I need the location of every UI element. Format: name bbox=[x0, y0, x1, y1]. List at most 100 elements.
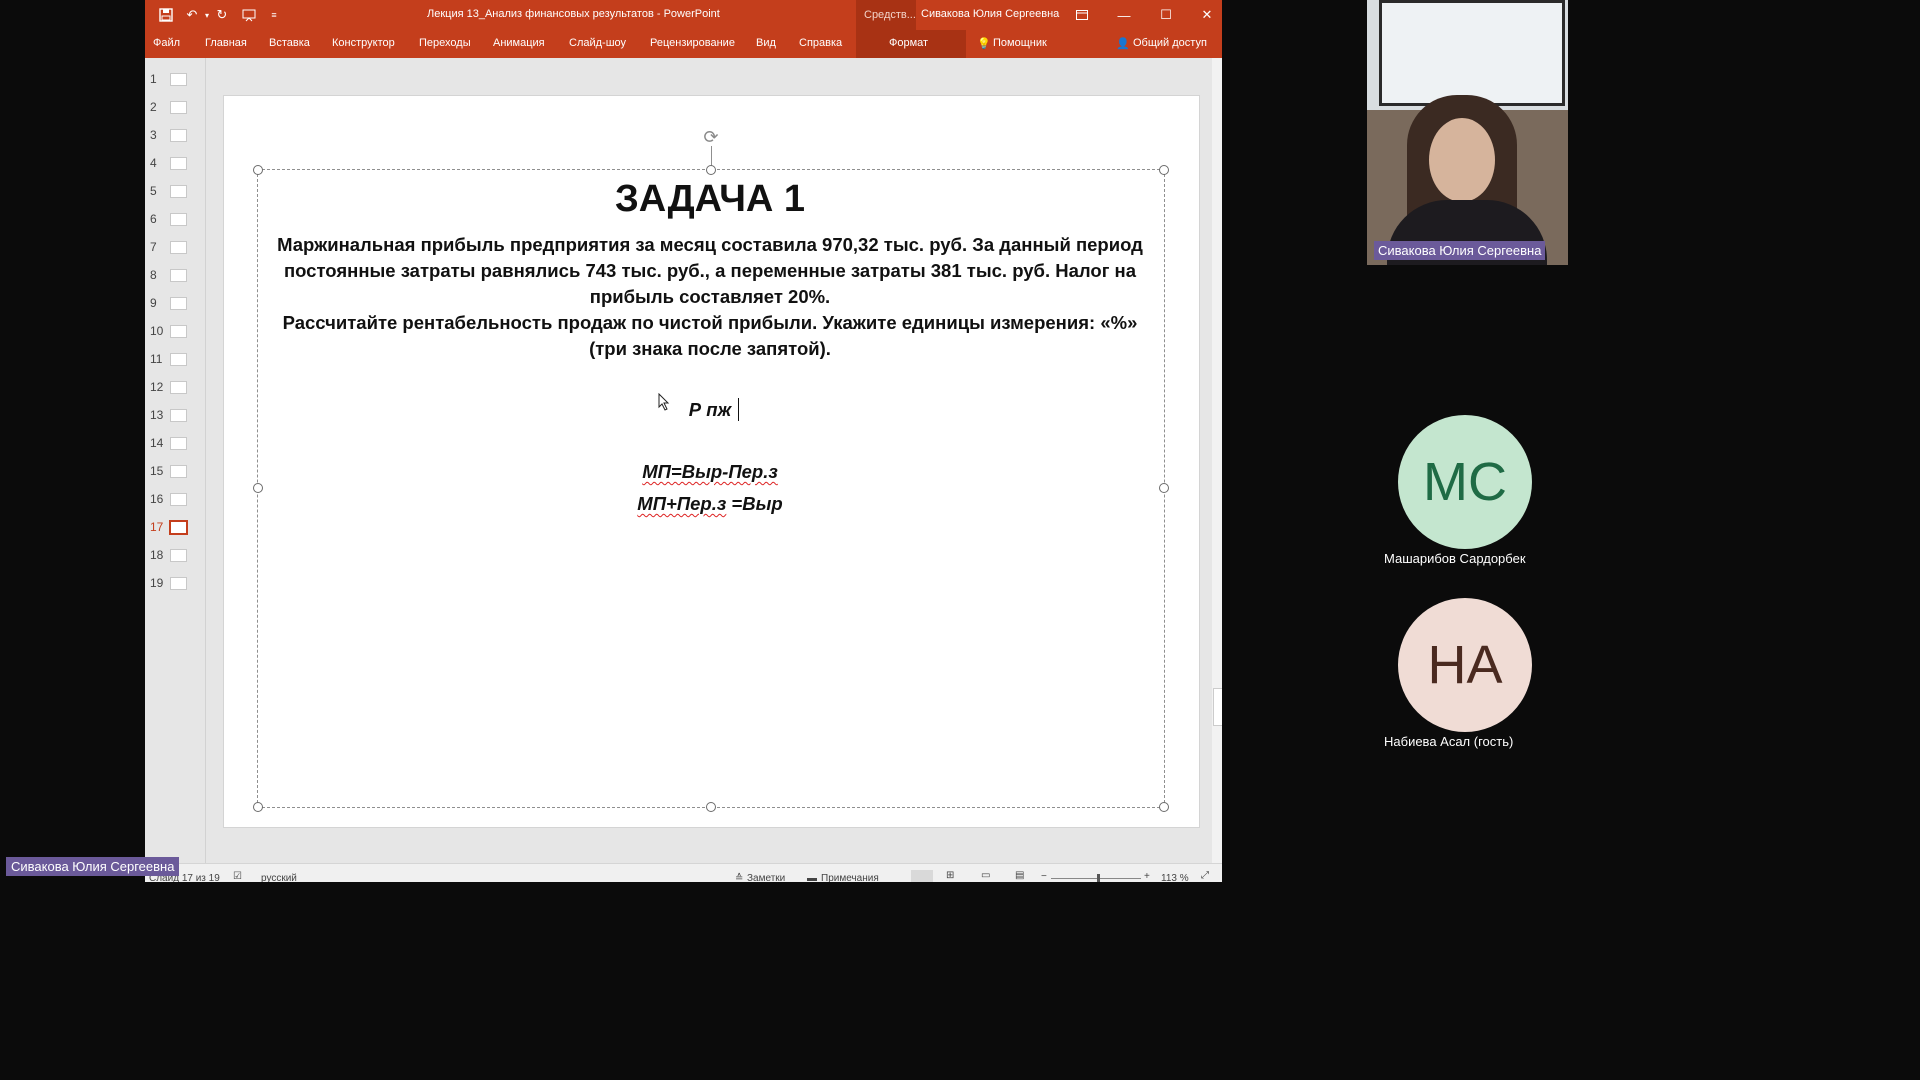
thumbnail-5[interactable]: 5 bbox=[145, 182, 205, 202]
tab-insert[interactable]: Вставка bbox=[269, 37, 310, 49]
thumbnail-2[interactable]: 2 bbox=[145, 98, 205, 118]
slide-body[interactable]: Маржинальная прибыль предприятия за меся… bbox=[263, 232, 1157, 362]
formula-text: МП+Пер.з bbox=[637, 493, 727, 514]
tab-home[interactable]: Главная bbox=[205, 37, 247, 49]
thumbnail-10[interactable]: 10 bbox=[145, 322, 205, 342]
normal-view-icon[interactable] bbox=[911, 870, 933, 882]
scrollbar-thumb[interactable] bbox=[1213, 688, 1222, 726]
thumbnail-14[interactable]: 14 bbox=[145, 434, 205, 454]
vertical-scrollbar[interactable] bbox=[1212, 58, 1222, 863]
share-button[interactable]: Общий доступ bbox=[1133, 37, 1207, 49]
thumbnail-preview bbox=[170, 353, 187, 366]
thumbnail-preview bbox=[170, 213, 187, 226]
thumbnail-number: 16 bbox=[150, 492, 164, 506]
rotate-handle-line bbox=[711, 146, 712, 166]
thumbnail-8[interactable]: 8 bbox=[145, 266, 205, 286]
resize-handle-bottom-left[interactable] bbox=[253, 802, 263, 812]
thumbnail-13[interactable]: 13 bbox=[145, 406, 205, 426]
thumbnail-preview bbox=[170, 129, 187, 142]
thumbnail-3[interactable]: 3 bbox=[145, 126, 205, 146]
tab-file[interactable]: Файл bbox=[153, 37, 180, 49]
thumbnail-preview bbox=[170, 101, 187, 114]
slide-sorter-icon[interactable]: ⊞ bbox=[946, 870, 954, 881]
thumbnail-preview bbox=[170, 409, 187, 422]
minimize-icon[interactable]: — bbox=[1113, 4, 1135, 26]
customize-toolbar-icon[interactable]: ≡ bbox=[265, 6, 283, 24]
close-icon[interactable]: ✕ bbox=[1196, 4, 1218, 26]
thumbnail-number: 3 bbox=[150, 128, 157, 142]
thumbnail-number: 2 bbox=[150, 100, 157, 114]
video-whiteboard bbox=[1379, 0, 1565, 106]
fit-to-window-icon[interactable]: ⤢ bbox=[1201, 870, 1209, 881]
resize-handle-bottom[interactable] bbox=[706, 802, 716, 812]
tab-slideshow[interactable]: Слайд-шоу bbox=[569, 37, 626, 49]
thumbnail-number: 10 bbox=[150, 324, 164, 338]
tab-design[interactable]: Конструктор bbox=[332, 37, 395, 49]
thumbnail-16[interactable]: 16 bbox=[145, 490, 205, 510]
status-bar: Слайд 17 из 19 ☑ русский ≙ Заметки ▬ При… bbox=[145, 863, 1222, 882]
thumbnail-17[interactable]: 17 bbox=[145, 518, 205, 538]
zoom-out-icon[interactable]: − bbox=[1041, 871, 1047, 882]
redo-icon[interactable]: ↻ bbox=[213, 6, 231, 24]
zoom-level[interactable]: 113 % bbox=[1161, 873, 1189, 882]
body-line: Рассчитайте рентабельность продаж по чис… bbox=[282, 312, 1138, 333]
thumbnail-4[interactable]: 4 bbox=[145, 154, 205, 174]
body-line: прибыль составляет 20%. bbox=[589, 286, 831, 307]
resize-handle-bottom-right[interactable] bbox=[1159, 802, 1169, 812]
rotate-handle-icon[interactable]: ⟳ bbox=[702, 128, 720, 146]
tab-view[interactable]: Вид bbox=[756, 37, 776, 49]
formula-line-2[interactable]: МП=Выр-Пер.з bbox=[257, 461, 1163, 483]
thumbnail-12[interactable]: 12 bbox=[145, 378, 205, 398]
tab-animations[interactable]: Анимация bbox=[493, 37, 545, 49]
language-indicator[interactable]: русский bbox=[261, 873, 297, 882]
participant-name: Машарибов Сардорбек bbox=[1384, 551, 1526, 566]
tab-review[interactable]: Рецензирование bbox=[650, 37, 735, 49]
body-line: Маржинальная прибыль предприятия за меся… bbox=[277, 234, 1143, 255]
resize-handle-right[interactable] bbox=[1159, 483, 1169, 493]
thumbnail-18[interactable]: 18 bbox=[145, 546, 205, 566]
tab-format[interactable]: Формат bbox=[856, 30, 966, 58]
thumbnail-preview bbox=[170, 465, 187, 478]
thumbnail-7[interactable]: 7 bbox=[145, 238, 205, 258]
tab-help[interactable]: Справка bbox=[799, 37, 842, 49]
thumbnail-number: 11 bbox=[150, 352, 163, 366]
thumbnail-9[interactable]: 9 bbox=[145, 294, 205, 314]
thumbnail-preview bbox=[170, 297, 187, 310]
participant-avatar[interactable]: НА bbox=[1398, 598, 1532, 732]
thumbnail-11[interactable]: 11 bbox=[145, 350, 205, 370]
thumbnail-preview bbox=[170, 269, 187, 282]
resize-handle-top-right[interactable] bbox=[1159, 165, 1169, 175]
formula-line-3[interactable]: МП+Пер.з =Выр bbox=[257, 493, 1163, 515]
tell-me-button[interactable]: Помощник bbox=[993, 37, 1047, 49]
reading-view-icon[interactable]: ▭ bbox=[981, 870, 990, 881]
save-icon[interactable] bbox=[157, 6, 175, 24]
body-line: (три знака после запятой). bbox=[589, 338, 831, 359]
thumbnail-6[interactable]: 6 bbox=[145, 210, 205, 230]
slideshow-view-icon[interactable]: ▤ bbox=[1015, 870, 1024, 881]
notes-button[interactable]: Заметки bbox=[747, 873, 785, 882]
tab-transitions[interactable]: Переходы bbox=[419, 37, 471, 49]
zoom-in-icon[interactable]: + bbox=[1144, 871, 1150, 882]
zoom-slider[interactable] bbox=[1051, 878, 1141, 879]
powerpoint-window: ↶ ▾ ↻ ≡ Лекция 13_Анализ финансовых резу… bbox=[145, 0, 1222, 882]
thumbnail-15[interactable]: 15 bbox=[145, 462, 205, 482]
spellcheck-icon[interactable]: ☑ bbox=[233, 871, 242, 882]
ribbon-tabs: Файл Главная Вставка Конструктор Переход… bbox=[145, 30, 1222, 58]
slide-title[interactable]: ЗАДАЧА 1 bbox=[257, 178, 1163, 221]
participant-avatar[interactable]: МС bbox=[1398, 415, 1532, 549]
resize-handle-top-left[interactable] bbox=[253, 165, 263, 175]
thumbnail-19[interactable]: 19 bbox=[145, 574, 205, 594]
thumbnail-1[interactable]: 1 bbox=[145, 70, 205, 90]
maximize-icon[interactable]: ☐ bbox=[1155, 4, 1177, 26]
thumbnail-preview bbox=[170, 185, 187, 198]
ribbon-display-icon[interactable] bbox=[1071, 4, 1093, 26]
comments-button[interactable]: Примечания bbox=[821, 873, 879, 882]
zoom-slider-thumb[interactable] bbox=[1097, 874, 1100, 882]
start-slideshow-icon[interactable] bbox=[240, 6, 258, 24]
resize-handle-top[interactable] bbox=[706, 165, 716, 175]
tab-format-label: Формат bbox=[889, 37, 929, 49]
formula-line-1[interactable]: Р пж bbox=[257, 399, 1163, 421]
speaker-name-label: Сивакова Юлия Сергеевна bbox=[1374, 241, 1546, 260]
resize-handle-left[interactable] bbox=[253, 483, 263, 493]
account-name[interactable]: Сивакова Юлия Сергеевна bbox=[921, 8, 1059, 20]
